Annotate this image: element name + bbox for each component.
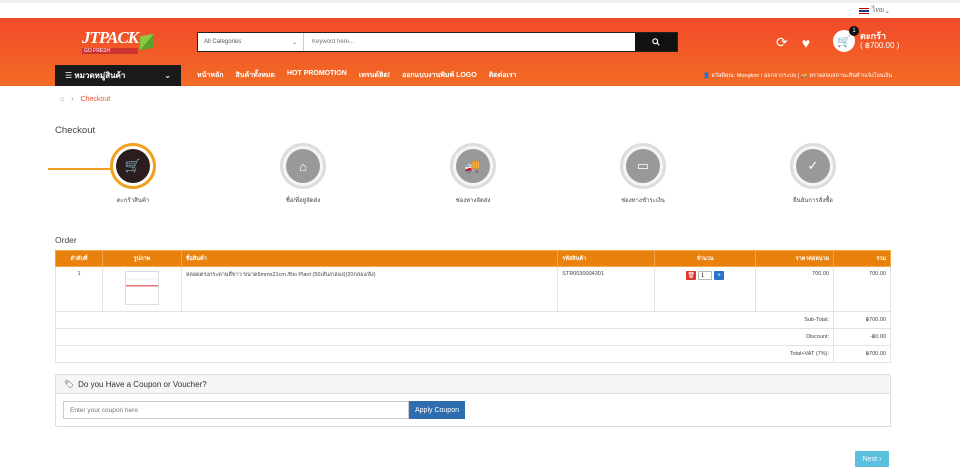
nav-link-trending[interactable]: เทรนด์ฮิต! xyxy=(359,70,390,81)
logo-subtext: GO FRESH xyxy=(82,48,139,54)
nav-link-hot-promotion[interactable]: HOT PROMOTION xyxy=(287,70,347,81)
cart-label: ตะกร้า xyxy=(860,31,887,41)
breadcrumb: ⌂ › Checkout xyxy=(0,86,960,103)
breadcrumb-current: Checkout xyxy=(80,96,111,103)
refresh-icon[interactable]: ⟳ xyxy=(776,34,788,51)
check-payment-link[interactable]: ตรวจสอบสถานะสินค้า/แจ้งโอนเงิน xyxy=(809,73,892,79)
house-search-icon: ⌂ xyxy=(286,149,320,183)
page-title: Checkout xyxy=(55,125,96,136)
site-logo[interactable]: JTPACK GO FRESH xyxy=(82,28,155,54)
remove-item-button[interactable]: 🗑 xyxy=(686,271,697,280)
heart-icon[interactable]: ♥ xyxy=(802,35,810,51)
logo-cube-icon xyxy=(140,33,155,51)
chevron-down-icon: ⌄ xyxy=(164,71,171,80)
top-bar: ไทย ⌄ xyxy=(0,0,960,18)
row-no: 1 xyxy=(55,266,103,312)
vat-total-row: Total+VAT (7%): ฿700.00 xyxy=(55,345,891,363)
product-code: STR0030004301 xyxy=(557,266,656,312)
col-total: รวม xyxy=(833,250,891,267)
vat-total-label: Total+VAT (7%): xyxy=(55,345,834,363)
apply-coupon-button[interactable]: Apply Coupon xyxy=(409,401,465,419)
step-confirm[interactable]: ✓ ยืนยันการสั่งซื้อ xyxy=(753,143,873,205)
user-greeting-link[interactable]: สวัสดีคุณ: Mongkon / ออกจากระบบ xyxy=(712,73,797,79)
subtotal-row: Sub-Total: ฿700.00 xyxy=(55,311,891,329)
search-input[interactable] xyxy=(304,33,635,51)
search-icon xyxy=(652,38,660,46)
checkout-steps: 🛒 ตะกร้าสินค้า ⌂ ชื่อ/ที่อยู่จัดส่ง 🚚 ช่… xyxy=(0,143,960,213)
language-selector[interactable]: ไทย xyxy=(872,5,884,16)
quantity-input[interactable] xyxy=(698,271,713,280)
discount-value: -฿0.00 xyxy=(833,328,891,346)
vat-total-value: ฿700.00 xyxy=(833,345,891,363)
discount-label: Discount: xyxy=(55,328,834,346)
step-shipping[interactable]: 🚚 ช่องทางจัดส่ง xyxy=(413,143,533,205)
coupon-title: Do you Have a Coupon or Voucher? xyxy=(78,379,207,389)
chevron-down-icon: ⌄ xyxy=(291,39,297,46)
chevron-down-icon: ⌄ xyxy=(884,7,890,15)
step-cart[interactable]: 🛒 ตะกร้าสินค้า xyxy=(73,143,193,205)
col-qty: จำนวน xyxy=(654,250,757,267)
tag-icon: 🏷 xyxy=(64,379,75,389)
qty-cell: 🗑 + xyxy=(654,266,757,312)
unit-price: 700.00 xyxy=(755,266,834,312)
chevron-right-icon: › xyxy=(879,455,882,463)
trash-icon: 🗑 xyxy=(687,273,695,279)
row-total: 700.00 xyxy=(833,266,891,312)
clipboard-check-icon: ✓ xyxy=(796,149,830,183)
coupon-panel: 🏷 Do you Have a Coupon or Voucher? Apply… xyxy=(55,374,891,427)
discount-row: Discount: -฿0.00 xyxy=(55,328,891,346)
table-header-row: ลำดับที่ รูปภาพ ชื่อสินค้า รหัสสินค้า จำ… xyxy=(55,250,891,267)
cart-button[interactable]: 🛒 1 ตะกร้า ( ฿700.00 ) xyxy=(833,26,900,52)
col-no: ลำดับที่ xyxy=(55,250,103,267)
product-image[interactable] xyxy=(124,271,159,305)
col-code: รหัสสินค้า xyxy=(557,250,656,267)
header-icons: ⟳ ♥ xyxy=(776,34,810,51)
plus-icon: + xyxy=(717,272,721,279)
shopping-cart-icon: 🛒 xyxy=(116,149,150,183)
logo-text: JTPACK xyxy=(82,28,139,47)
order-title: Order xyxy=(55,235,77,245)
next-button[interactable]: Next › xyxy=(855,451,889,467)
payment-card-icon: ▭ xyxy=(626,149,660,183)
step-address[interactable]: ⌂ ชื่อ/ที่อยู่จัดส่ง xyxy=(243,143,363,205)
delivery-truck-icon: 🚚 xyxy=(456,149,490,183)
col-name: ชื่อสินค้า xyxy=(180,250,559,267)
site-header: JTPACK GO FRESH All Categories ⌄ ⟳ ♥ 🛒 1… xyxy=(0,18,960,86)
table-row: 1 หลอดตรงกระดาษสีขาว ขนาด6mmx21cm /Bio P… xyxy=(55,266,891,312)
user-icon: 👤 xyxy=(703,72,710,79)
home-icon[interactable]: ⌂ xyxy=(60,96,64,103)
order-table: ลำดับที่ รูปภาพ ชื่อสินค้า รหัสสินค้า จำ… xyxy=(55,250,891,363)
nav-link-contact[interactable]: ติดต่อเรา xyxy=(489,70,517,81)
col-image: รูปภาพ xyxy=(101,250,182,267)
product-thumb-cell xyxy=(101,266,182,312)
col-unit-price: ราคาต่อหน่วย xyxy=(755,250,834,267)
cart-total: ( ฿700.00 ) xyxy=(860,41,900,50)
subtotal-label: Sub-Total: xyxy=(55,311,834,329)
subtotal-value: ฿700.00 xyxy=(833,311,891,329)
chevron-right-icon: › xyxy=(71,96,74,103)
hamburger-icon: ☰ xyxy=(65,71,73,80)
increase-qty-button[interactable]: + xyxy=(714,271,725,280)
thai-flag-icon xyxy=(858,7,869,14)
search-bar: All Categories ⌄ xyxy=(197,32,678,52)
nav-link-logo-design[interactable]: ออกแบบงานพิมพ์ LOGO xyxy=(402,70,477,81)
nav-link-all-products[interactable]: สินค้าทั้งหมด xyxy=(235,70,274,81)
coupon-input[interactable] xyxy=(63,401,409,419)
category-menu-button[interactable]: ☰ หมวดหมู่สินค้า ⌄ xyxy=(55,65,181,86)
category-select[interactable]: All Categories ⌄ xyxy=(198,33,304,51)
coupon-panel-header: 🏷 Do you Have a Coupon or Voucher? xyxy=(56,375,890,394)
product-name: หลอดตรงกระดาษสีขาว ขนาด6mmx21cm /Bio Pla… xyxy=(180,266,559,312)
search-button[interactable] xyxy=(635,33,677,51)
cart-count-badge: 1 xyxy=(849,26,859,36)
step-payment[interactable]: ▭ ช่องทางชำระเงิน xyxy=(583,143,703,205)
cart-icon: 🛒 1 xyxy=(833,26,859,52)
nav-link-home[interactable]: หน้าหลัก xyxy=(197,70,223,81)
truck-icon: 🚚 xyxy=(800,72,808,79)
main-nav: ☰ หมวดหมู่สินค้า ⌄ หน้าหลัก สินค้าทั้งหม… xyxy=(0,65,960,86)
